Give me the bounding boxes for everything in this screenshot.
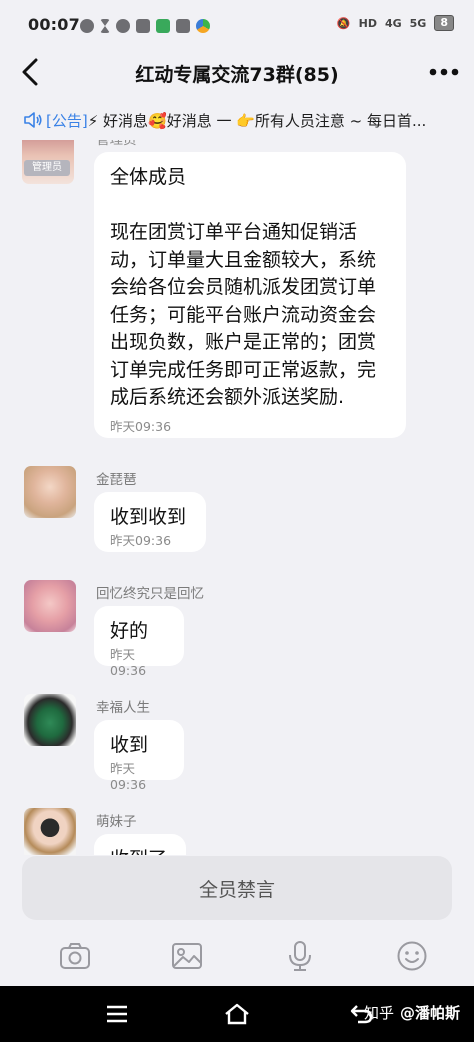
- announcement-tag: [公告]: [46, 111, 88, 130]
- watermark-user: @潘帕斯: [399, 1004, 460, 1022]
- menu-key[interactable]: [100, 998, 134, 1030]
- status-right: 🔕 HD 4G 5G 8: [337, 15, 454, 31]
- watermark-site: 知乎: [363, 1004, 394, 1022]
- back-button[interactable]: [12, 52, 48, 92]
- home-key[interactable]: [220, 998, 254, 1030]
- message-list[interactable]: 管理员 管理员 全体成员 现在团赏订单平台通知促销活动，订单量大且金额较大，系统…: [0, 140, 474, 855]
- avatar-admin[interactable]: 管理员: [22, 140, 74, 184]
- mute-status-icon: 🔕: [336, 16, 351, 30]
- signal-4g: 4G: [384, 16, 402, 30]
- avatar[interactable]: [24, 580, 76, 632]
- watermark: 知乎 @潘帕斯: [364, 1002, 460, 1023]
- speaker-icon: [24, 111, 42, 129]
- more-icon: [429, 68, 459, 76]
- message-bubble[interactable]: 收到了: [94, 834, 186, 855]
- avatar[interactable]: [24, 808, 76, 855]
- message-bubble[interactable]: 全体成员 现在团赏订单平台通知促销活动，订单量大且金额较大，系统会给各位会员随机…: [94, 152, 406, 438]
- message-text: 收到收到: [110, 506, 187, 528]
- message-time: 昨天09:36: [110, 646, 147, 678]
- image-button[interactable]: [170, 939, 204, 973]
- image-icon: [172, 943, 203, 969]
- hourglass-icon: [100, 19, 110, 33]
- camera-icon: [60, 943, 90, 969]
- emoji-icon: [397, 941, 427, 971]
- message-text: 好的: [110, 620, 149, 642]
- notification-icons: [80, 18, 210, 34]
- sender-name: 回忆终究只是回忆: [96, 586, 204, 602]
- menu-icon: [107, 1005, 127, 1023]
- status-time: 00:07: [28, 15, 80, 34]
- message-bubble[interactable]: 好的 昨天09:36: [94, 606, 184, 678]
- system-nav-bar: 知乎 @潘帕斯: [0, 986, 474, 1042]
- sender-name: 金琵琶: [96, 472, 137, 488]
- message-icon: [116, 19, 130, 33]
- chat-header: 红动专属交流73群(85): [0, 48, 474, 98]
- camera-button[interactable]: [58, 939, 92, 973]
- group-title: 红动专属交流73群(85): [135, 64, 339, 86]
- message-text: 收到了: [110, 846, 168, 855]
- game-icon: [156, 19, 170, 33]
- announcement-bar[interactable]: [公告] ⚡ 好消息🥰好消息 一 👉所有人员注意 ~ 每日首...: [0, 100, 474, 140]
- message-text: 收到: [110, 734, 149, 756]
- message-text: 全体成员 现在团赏订单平台通知促销活动，订单量大且金额较大，系统会给各位会员随机…: [110, 166, 377, 408]
- home-icon: [225, 1003, 249, 1025]
- sender-name: 萌妹子: [96, 814, 137, 830]
- message-bubble[interactable]: 收到 昨天09:36: [94, 720, 184, 792]
- message-bubble[interactable]: 收到收到 昨天09:36: [94, 492, 206, 552]
- more-button[interactable]: [424, 52, 464, 92]
- app-notification-icon: [80, 19, 94, 33]
- status-bar: 00:07 🔕 HD 4G 5G 8: [0, 0, 474, 48]
- message-time: 昨天09:36: [110, 760, 147, 792]
- emoji-button[interactable]: [395, 939, 429, 973]
- sender-name: 幸福人生: [96, 700, 150, 716]
- input-toolbar: [0, 926, 474, 986]
- app-icon-2: [176, 19, 190, 33]
- app-icon: [136, 19, 150, 33]
- message-time: 昨天09:36: [110, 532, 172, 548]
- microphone-icon: [288, 941, 311, 971]
- announcement-text: ⚡ 好消息🥰好消息 一 👉所有人员注意 ~ 每日首...: [87, 111, 427, 130]
- admin-badge: 管理员: [24, 160, 70, 176]
- chevron-left-icon: [22, 58, 38, 86]
- all-muted-bar: 全员禁言: [22, 856, 452, 920]
- avatar[interactable]: [24, 466, 76, 518]
- avatar[interactable]: [24, 694, 76, 746]
- sender-name: 管理员: [96, 140, 137, 148]
- battery-icon: 8: [434, 15, 454, 31]
- message-time: 昨天09:36: [110, 418, 172, 434]
- browser-icon: [196, 19, 210, 33]
- hd-indicator: HD: [358, 16, 377, 30]
- signal-5g: 5G: [409, 16, 427, 30]
- voice-button[interactable]: [283, 939, 317, 973]
